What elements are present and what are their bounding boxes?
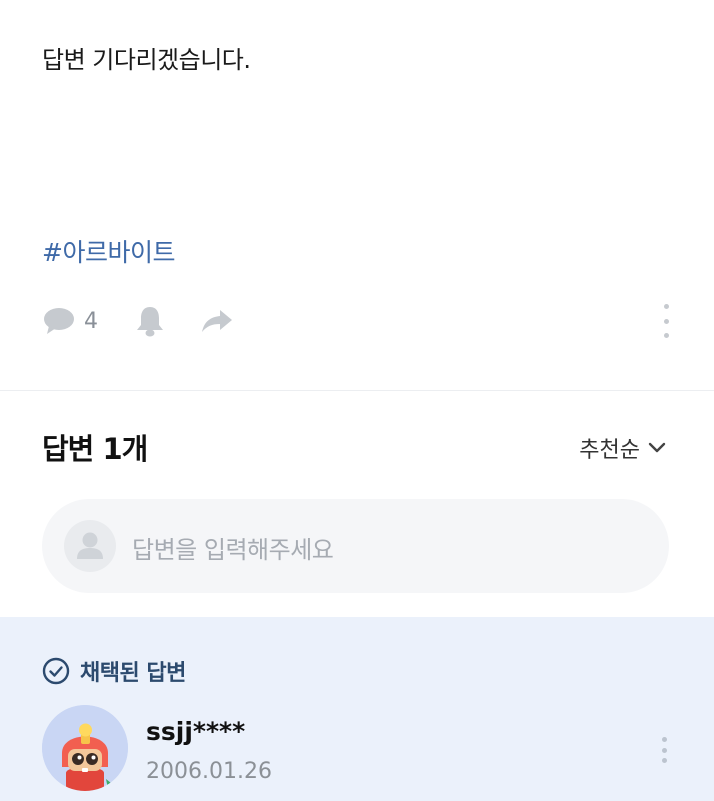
dot — [661, 758, 667, 763]
action-bar: 4 — [42, 298, 672, 344]
dot — [663, 304, 669, 309]
answer-input[interactable]: 답변을 입력해주세요 — [42, 499, 669, 593]
check-circle-icon — [42, 657, 70, 685]
section-divider — [0, 390, 714, 391]
sort-label: 추천순 — [579, 438, 640, 463]
answer-date: 2006.01.26 — [146, 759, 272, 784]
more-options-button[interactable] — [660, 304, 672, 338]
sort-dropdown[interactable]: 추천순 — [579, 432, 666, 464]
comment-count: 4 — [84, 308, 98, 334]
accepted-answer-section: 채택된 답변 ssjj**** 2006.01.26 — [0, 617, 714, 801]
answers-count-title: 답변 1개 — [42, 432, 148, 466]
accepted-label: 채택된 답변 — [80, 661, 186, 686]
bell-icon — [137, 307, 163, 337]
dot — [663, 318, 669, 324]
author-avatar[interactable] — [42, 705, 128, 791]
answer-input-placeholder: 답변을 입력해주세요 — [132, 536, 334, 564]
answer-more-button[interactable] — [658, 737, 670, 763]
chevron-down-icon — [648, 442, 666, 453]
accepted-badge: 채택된 답변 — [42, 655, 186, 687]
speech-bubble-icon — [44, 308, 74, 334]
share-button[interactable] — [200, 298, 234, 344]
share-arrow-icon — [202, 310, 232, 332]
notify-button[interactable] — [134, 298, 166, 344]
comment-button[interactable]: 4 — [42, 298, 98, 344]
person-icon — [77, 532, 103, 559]
question-body: 답변 기다리겠습니다. — [42, 46, 251, 74]
hashtag-link[interactable]: #아르바이트 — [42, 233, 175, 269]
user-avatar-placeholder — [64, 520, 116, 572]
author-name[interactable]: ssjj**** — [146, 717, 245, 746]
character-avatar-icon — [42, 705, 128, 791]
dot — [663, 333, 669, 338]
dot — [661, 747, 667, 753]
dot — [661, 737, 667, 742]
